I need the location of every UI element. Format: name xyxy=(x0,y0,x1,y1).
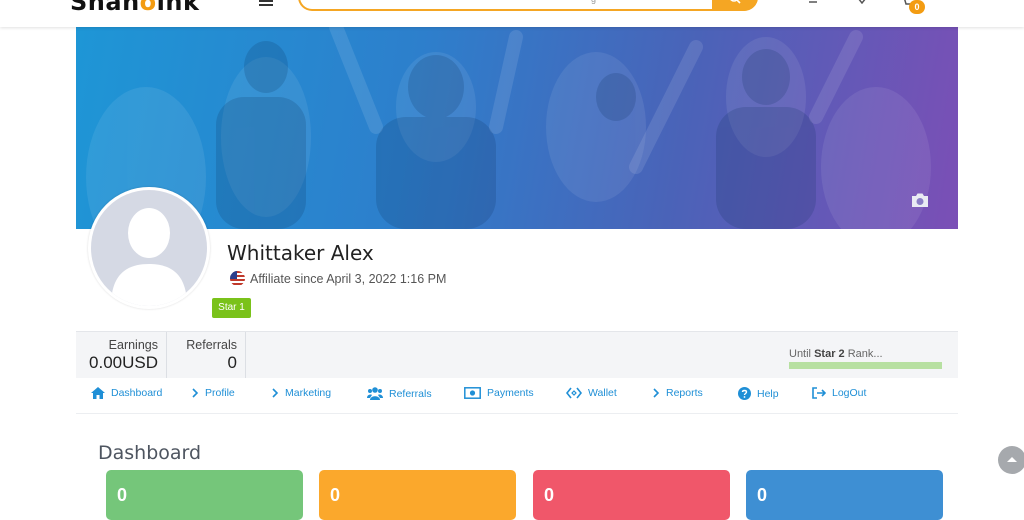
code-icon xyxy=(566,387,582,399)
nav-marketing[interactable]: Marketing xyxy=(271,387,331,399)
card-value: 0 xyxy=(117,485,128,505)
dashboard-card-red[interactable]: 0 xyxy=(533,470,730,520)
search-button[interactable] xyxy=(712,0,758,11)
nav-dashboard[interactable]: Dashboard xyxy=(91,387,162,399)
dashboard-card-green[interactable]: 0 xyxy=(106,470,303,520)
nav-payments[interactable]: Payments xyxy=(464,387,534,399)
referrals-label: Referrals xyxy=(186,338,237,352)
users-icon xyxy=(367,387,383,400)
camera-icon[interactable] xyxy=(910,192,930,208)
menu-icon[interactable] xyxy=(259,0,273,6)
user-icon[interactable] xyxy=(808,0,818,4)
nav-help[interactable]: Help xyxy=(738,387,779,400)
money-icon xyxy=(464,387,481,399)
card-value: 0 xyxy=(330,485,341,505)
next-rank-text: Until Star 2 Rank... xyxy=(789,348,883,360)
card-value: 0 xyxy=(757,485,768,505)
logout-icon xyxy=(812,387,826,399)
rank-badge: Star 1 xyxy=(212,298,251,318)
earnings-label: Earnings xyxy=(108,338,158,352)
profile-nav: Dashboard Profile Marketing Referrals Pa… xyxy=(76,378,958,414)
home-icon xyxy=(91,387,105,399)
chevron-right-icon xyxy=(653,388,660,398)
avatar[interactable] xyxy=(88,187,210,309)
default-avatar-icon xyxy=(111,208,187,306)
dashboard-card-orange[interactable]: 0 xyxy=(319,470,516,520)
site-logo[interactable]: Shahoink xyxy=(70,0,199,16)
profile-name: Whittaker Alex xyxy=(227,241,374,265)
search-input[interactable]: g xyxy=(298,0,758,11)
card-value: 0 xyxy=(544,485,555,505)
nav-referrals[interactable]: Referrals xyxy=(367,387,432,400)
heart-icon[interactable] xyxy=(857,0,867,4)
question-icon xyxy=(738,387,751,400)
chevron-up-icon xyxy=(1007,457,1017,462)
search-placeholder: g xyxy=(591,0,596,4)
member-since: Affiliate since April 3, 2022 1:16 PM xyxy=(230,271,446,286)
nav-profile[interactable]: Profile xyxy=(191,387,235,399)
top-header: Shahoink g 0 xyxy=(0,0,1024,27)
rank-progress-bar xyxy=(789,362,942,369)
profile-cover-banner xyxy=(76,27,958,229)
dashboard-title: Dashboard xyxy=(98,442,202,464)
next-rank-name: Star 2 xyxy=(814,348,845,360)
nav-reports[interactable]: Reports xyxy=(652,387,703,399)
nav-wallet[interactable]: Wallet xyxy=(566,387,617,399)
stats-bar: Earnings 0.00USD Referrals 0 Until Star … xyxy=(76,331,958,378)
referrals-stat: Referrals 0 xyxy=(167,332,246,378)
chevron-right-icon xyxy=(192,388,199,398)
nav-logout[interactable]: LogOut xyxy=(812,387,866,399)
cover-image xyxy=(86,27,931,229)
cart-count-badge: 0 xyxy=(909,0,925,14)
referrals-value: 0 xyxy=(227,353,237,372)
earnings-stat: Earnings 0.00USD xyxy=(76,332,167,378)
dashboard-card-blue[interactable]: 0 xyxy=(746,470,943,520)
chevron-right-icon xyxy=(272,388,279,398)
earnings-value: 0.00USD xyxy=(89,353,158,372)
scroll-to-top-button[interactable] xyxy=(998,446,1024,474)
member-since-text: Affiliate since April 3, 2022 1:16 PM xyxy=(250,271,447,286)
us-flag-icon xyxy=(230,271,245,286)
search-icon xyxy=(730,0,741,4)
